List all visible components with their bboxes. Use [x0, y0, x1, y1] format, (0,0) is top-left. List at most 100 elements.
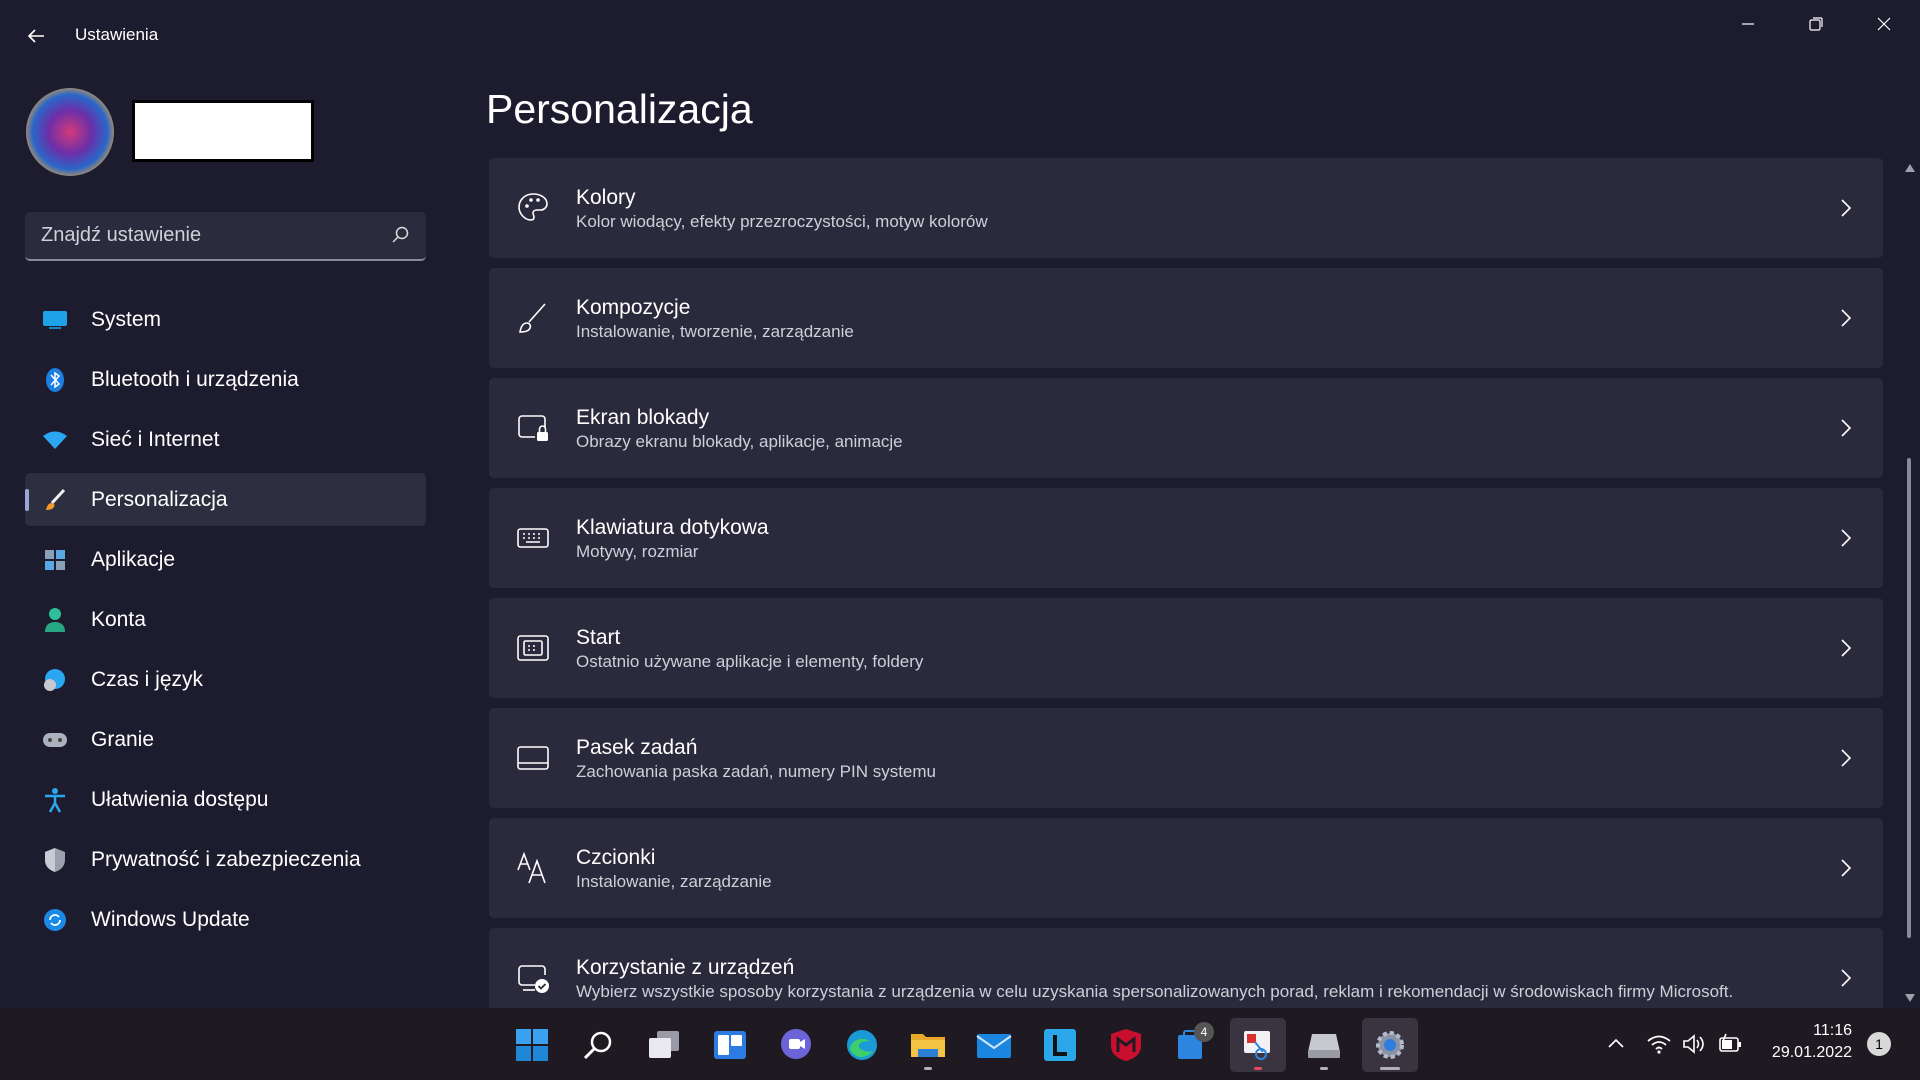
- close-button[interactable]: [1854, 6, 1914, 42]
- card-title: Czcionki: [576, 846, 656, 869]
- card-title: Korzystanie z urządzeń: [576, 956, 795, 979]
- card-subtitle: Instalowanie, tworzenie, zarządzanie: [576, 322, 854, 341]
- bluetooth-icon: [42, 367, 68, 393]
- scroll-thumb[interactable]: [1907, 458, 1911, 938]
- sidebar-item-label: Granie: [91, 727, 155, 751]
- taskbar-search-button[interactable]: [570, 1018, 626, 1072]
- back-button[interactable]: [20, 20, 52, 52]
- card-subtitle: Ostatnio używane aplikacje i elementy, f…: [576, 652, 924, 671]
- start-icon: [516, 1029, 548, 1061]
- chevron-up-icon: [1608, 1038, 1624, 1048]
- sidebar-item-label: Windows Update: [91, 907, 250, 931]
- task-view-icon: [649, 1031, 679, 1058]
- settings-card-lock-screen[interactable]: Ekran blokady Obrazy ekranu blokady, apl…: [489, 378, 1883, 478]
- settings-card-fonts[interactable]: Czcionki Instalowanie, zarządzanie: [489, 818, 1883, 918]
- taskbar-snipping-tool-button[interactable]: [1230, 1018, 1286, 1072]
- globe-clock-icon: [42, 667, 68, 693]
- sidebar-item-label: Czas i język: [91, 667, 204, 691]
- sidebar-item-accessibility[interactable]: Ułatwienia dostępu: [25, 773, 426, 826]
- tray-overflow-button[interactable]: [1606, 1030, 1626, 1058]
- sidebar-item-apps[interactable]: Aplikacje: [25, 533, 426, 586]
- search-box[interactable]: [25, 212, 426, 261]
- monitor-icon: [42, 307, 68, 333]
- taskbar-store-button[interactable]: 4: [1164, 1018, 1220, 1072]
- chevron-right-icon: [1841, 419, 1852, 437]
- taskbar-icon: [517, 746, 549, 770]
- sidebar-item-label: Sieć i Internet: [91, 427, 220, 451]
- sidebar-item-label: Personalizacja: [91, 487, 228, 511]
- wifi-icon: [42, 427, 68, 453]
- card-subtitle: Obrazy ekranu blokady, aplikacje, animac…: [576, 432, 903, 451]
- scroll-down-arrow-icon[interactable]: [1905, 994, 1915, 1002]
- search-icon[interactable]: [390, 225, 410, 245]
- title-bar: Ustawienia: [0, 0, 1920, 72]
- mail-icon: [976, 1034, 1012, 1058]
- sidebar-item-time-language[interactable]: Czas i język: [25, 653, 426, 706]
- volume-icon: [1683, 1034, 1704, 1054]
- card-subtitle: Wybierz wszystkie sposoby korzystania z …: [576, 982, 1734, 1001]
- tray-volume[interactable]: [1682, 1030, 1706, 1058]
- accessibility-icon: [42, 787, 68, 813]
- chevron-right-icon: [1841, 749, 1852, 767]
- wifi-icon: [1647, 1035, 1671, 1054]
- chevron-right-icon: [1841, 309, 1852, 327]
- taskbar-l-app-button[interactable]: [1032, 1018, 1088, 1072]
- card-title: Klawiatura dotykowa: [576, 516, 769, 539]
- settings-card-taskbar[interactable]: Pasek zadań Zachowania paska zadań, nume…: [489, 708, 1883, 808]
- sidebar-item-system[interactable]: System: [25, 293, 426, 346]
- card-title: Ekran blokady: [576, 406, 710, 429]
- chat-icon: [781, 1029, 811, 1059]
- tray-wifi[interactable]: [1646, 1030, 1672, 1058]
- page-title: Personalizacja: [486, 86, 753, 132]
- settings-card-device-usage[interactable]: Korzystanie z urządzeń Wybierz wszystkie…: [489, 928, 1883, 1008]
- notification-badge[interactable]: 1: [1867, 1032, 1891, 1056]
- person-icon: [42, 607, 68, 633]
- taskbar-drive-button[interactable]: [1296, 1018, 1352, 1072]
- drive-icon: [1308, 1034, 1340, 1058]
- card-subtitle: Zachowania paska zadań, numery PIN syste…: [576, 762, 937, 781]
- sidebar-item-label: Ułatwienia dostępu: [91, 787, 269, 811]
- sidebar-item-bluetooth[interactable]: Bluetooth i urządzenia: [25, 353, 426, 406]
- search-input[interactable]: [41, 224, 371, 247]
- scrollbar[interactable]: [1904, 158, 1915, 1008]
- sidebar-item-windows-update[interactable]: Windows Update: [25, 893, 426, 946]
- restore-button[interactable]: [1786, 6, 1846, 42]
- sidebar-item-personalization[interactable]: Personalizacja: [25, 473, 426, 526]
- sidebar-item-privacy[interactable]: Prywatność i zabezpieczenia: [25, 833, 426, 886]
- gamepad-icon: [42, 727, 68, 753]
- taskbar-start-button[interactable]: [504, 1018, 560, 1072]
- running-indicator: [1320, 1067, 1328, 1070]
- taskbar-chat-button[interactable]: [768, 1018, 824, 1072]
- card-title: Pasek zadań: [576, 736, 698, 759]
- taskbar-edge-button[interactable]: [834, 1018, 890, 1072]
- taskbar: 4 11:16 29.01.2022 1: [0, 1008, 1920, 1080]
- settings-card-colors[interactable]: Kolory Kolor wiodący, efekty przezroczys…: [489, 158, 1883, 258]
- settings-card-start[interactable]: Start Ostatnio używane aplikacje i eleme…: [489, 598, 1883, 698]
- file-explorer-icon: [911, 1034, 945, 1057]
- taskbar-widgets-button[interactable]: [702, 1018, 758, 1072]
- window-title: Ustawienia: [75, 25, 159, 44]
- scroll-up-arrow-icon[interactable]: [1905, 164, 1915, 172]
- card-title: Kompozycje: [576, 296, 691, 319]
- settings-card-touch-keyboard[interactable]: Klawiatura dotykowa Motywy, rozmiar: [489, 488, 1883, 588]
- settings-card-themes[interactable]: Kompozycje Instalowanie, tworzenie, zarz…: [489, 268, 1883, 368]
- sidebar-item-accounts[interactable]: Konta: [25, 593, 426, 646]
- tray-battery[interactable]: [1718, 1030, 1744, 1058]
- sidebar-item-network[interactable]: Sieć i Internet: [25, 413, 426, 466]
- taskbar-clock[interactable]: 11:16 29.01.2022: [1760, 1020, 1852, 1064]
- taskbar-mcafee-button[interactable]: [1098, 1018, 1154, 1072]
- card-title: Start: [576, 626, 621, 649]
- clock-time: 11:16: [1813, 1022, 1852, 1039]
- taskbar-settings-button[interactable]: [1362, 1018, 1418, 1072]
- taskbar-task-view-button[interactable]: [636, 1018, 692, 1072]
- sidebar-nav: System Bluetooth i urządzenia Sieć i Int…: [25, 293, 426, 953]
- brush-icon: [42, 487, 68, 513]
- chevron-right-icon: [1841, 859, 1852, 877]
- sidebar-item-gaming[interactable]: Granie: [25, 713, 426, 766]
- minimize-button[interactable]: [1718, 6, 1778, 42]
- taskbar-file-explorer-button[interactable]: [900, 1018, 956, 1072]
- taskbar-mail-button[interactable]: [966, 1018, 1022, 1072]
- avatar[interactable]: [26, 88, 114, 176]
- chevron-right-icon: [1841, 199, 1852, 217]
- clock-date: 29.01.2022: [1771, 1044, 1852, 1061]
